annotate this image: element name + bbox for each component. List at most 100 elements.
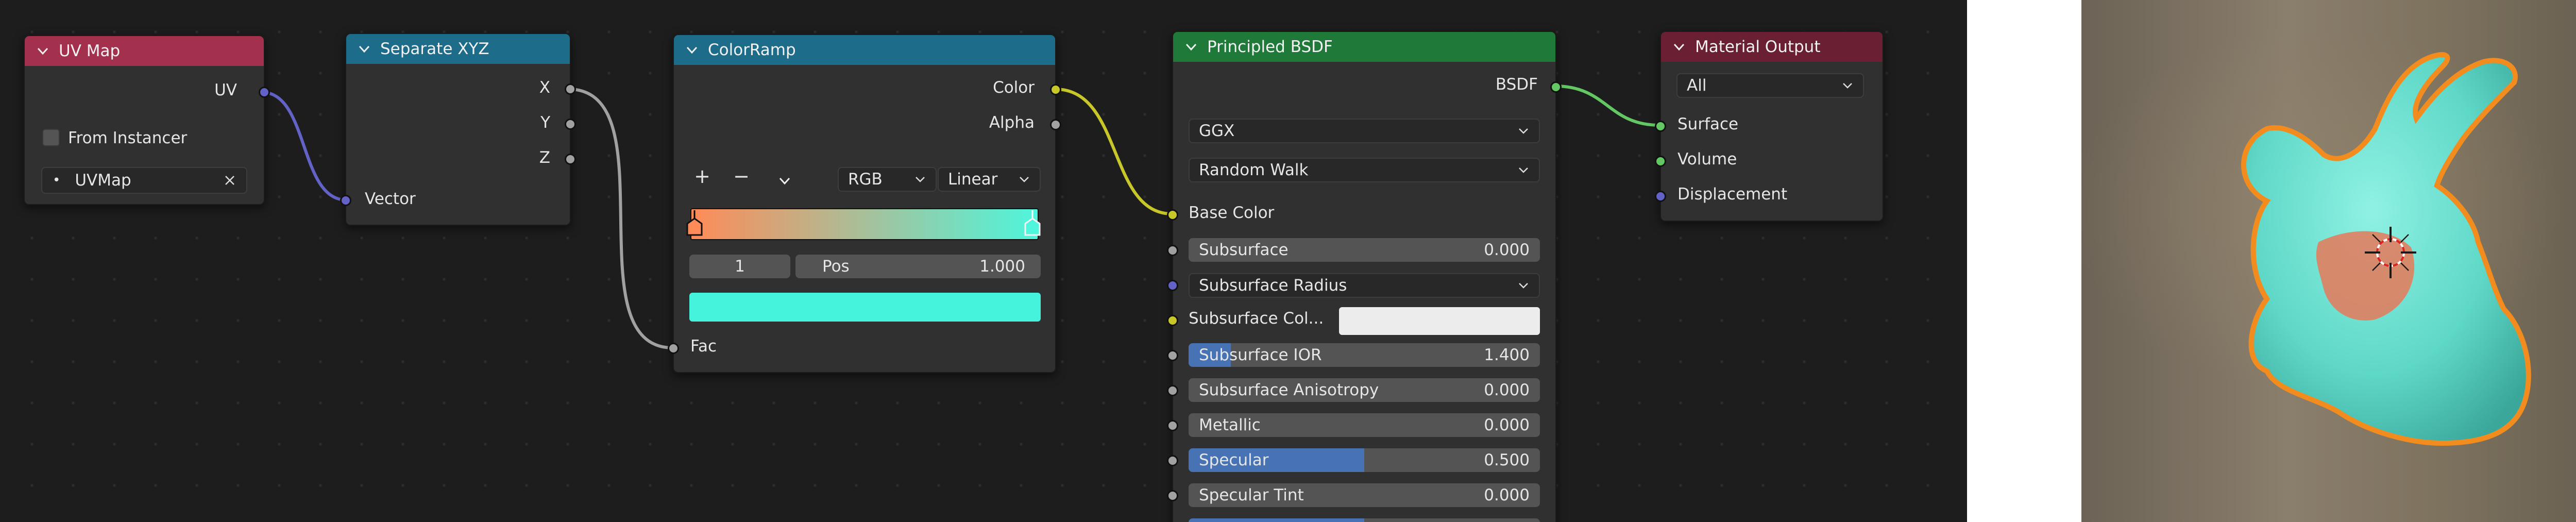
separate-xyz-header[interactable]: Separate XYZ <box>346 34 570 64</box>
color-mode-value: RGB <box>848 170 883 189</box>
colorramp-header[interactable]: ColorRamp <box>674 35 1055 65</box>
color-stop-handle-start[interactable] <box>685 208 704 237</box>
principled-bsdf-node[interactable]: Principled BSDF BSDF GGX Random Walk Bas… <box>1167 31 1562 522</box>
uv-map-node[interactable]: UV Map UV From Instancer • UVMap <box>24 35 270 205</box>
close-icon[interactable] <box>224 174 236 187</box>
specular-tint-input-socket[interactable] <box>1167 490 1178 501</box>
3d-viewport[interactable] <box>2081 0 2576 522</box>
fac-input-socket[interactable] <box>668 343 679 354</box>
material-output-header[interactable]: Material Output <box>1661 32 1883 62</box>
surface-input-socket[interactable] <box>1655 121 1666 132</box>
volume-label: Volume <box>1677 150 1737 169</box>
chevron-down-icon <box>916 177 925 182</box>
displacement-label: Displacement <box>1677 185 1788 204</box>
color-output-socket[interactable] <box>1050 84 1061 95</box>
pos-value: 1.000 <box>979 257 1025 276</box>
surface-label: Surface <box>1677 115 1739 133</box>
vector-input-socket[interactable] <box>340 195 351 206</box>
remove-stop-button[interactable]: − <box>728 165 754 188</box>
subsurface-slider[interactable]: Subsurface 0.000 <box>1189 238 1540 262</box>
distribution-dropdown[interactable]: GGX <box>1189 119 1540 143</box>
subsurface-method-dropdown[interactable]: Random Walk <box>1189 158 1540 182</box>
subsurface-value: 0.000 <box>1484 241 1530 259</box>
next-slider-partial[interactable] <box>1189 518 1540 522</box>
subsurface-ior-value: 1.400 <box>1484 346 1530 364</box>
z-output-label: Z <box>539 148 550 167</box>
subsurface-anisotropy-input-socket[interactable] <box>1167 385 1178 396</box>
subsurface-input-socket[interactable] <box>1167 245 1178 256</box>
specular-tint-slider[interactable]: Specular Tint 0.000 <box>1189 483 1540 507</box>
alpha-output-socket[interactable] <box>1050 119 1061 130</box>
x-output-socket[interactable] <box>565 83 576 95</box>
color-stop-handle-end[interactable] <box>1023 208 1042 237</box>
next-slider-fill <box>1189 518 1364 522</box>
link-x-to-fac <box>568 88 673 349</box>
base-color-input-socket[interactable] <box>1167 209 1178 221</box>
separate-xyz-node[interactable]: Separate XYZ X Y Z Vector <box>340 33 576 226</box>
subsurface-label: Subsurface <box>1199 241 1289 259</box>
z-output-socket[interactable] <box>565 154 576 165</box>
metallic-value: 0.000 <box>1484 416 1530 434</box>
metallic-input-socket[interactable] <box>1167 420 1178 431</box>
colorramp-node[interactable]: ColorRamp Color Alpha + − RGB Linear 1 P… <box>668 34 1061 373</box>
subsurface-color-label: Subsurface Col... <box>1189 309 1324 328</box>
target-dropdown[interactable]: All <box>1676 73 1864 98</box>
uv-map-header[interactable]: UV Map <box>25 36 264 66</box>
uv-map-title: UV Map <box>59 42 121 60</box>
interpolation-value: Linear <box>948 170 998 189</box>
chevron-down-icon[interactable] <box>1671 39 1687 55</box>
subsurface-radius-input-socket[interactable] <box>1167 280 1178 291</box>
displacement-input-socket[interactable] <box>1655 191 1666 202</box>
stop-color-swatch[interactable] <box>689 293 1041 322</box>
shader-node-editor[interactable]: UV Map UV From Instancer • UVMap Separat… <box>0 0 1967 522</box>
add-stop-button[interactable]: + <box>689 165 715 188</box>
chevron-down-icon <box>1843 83 1852 89</box>
specular-slider[interactable]: Specular 0.500 <box>1189 448 1540 472</box>
colorramp-title: ColorRamp <box>708 41 796 59</box>
color-ramp-gradient[interactable] <box>690 208 1039 240</box>
pos-label: Pos <box>822 257 850 276</box>
target-value: All <box>1687 76 1707 95</box>
y-output-socket[interactable] <box>565 119 576 130</box>
volume-input-socket[interactable] <box>1655 156 1666 167</box>
bsdf-output-socket[interactable] <box>1550 81 1562 93</box>
metallic-slider[interactable]: Metallic 0.000 <box>1189 413 1540 437</box>
material-output-node[interactable]: Material Output All Surface Volume Displ… <box>1655 31 1884 222</box>
stop-position-field[interactable]: Pos 1.000 <box>795 255 1041 278</box>
subsurface-color-swatch[interactable] <box>1339 307 1540 335</box>
chevron-down-icon[interactable] <box>777 173 792 189</box>
color-output-label: Color <box>993 78 1035 97</box>
link-color-to-basecolor <box>1055 88 1173 215</box>
y-output-label: Y <box>540 113 550 132</box>
x-output-label: X <box>539 78 550 97</box>
base-color-label: Base Color <box>1189 204 1275 222</box>
bsdf-output-label: BSDF <box>1495 75 1538 94</box>
link-uv-to-vector <box>261 91 347 201</box>
subsurface-anisotropy-value: 0.000 <box>1484 381 1530 399</box>
chevron-down-icon[interactable] <box>684 42 700 58</box>
color-mode-dropdown[interactable]: RGB <box>838 167 937 192</box>
metallic-label: Metallic <box>1199 416 1261 434</box>
uvmap-selector[interactable]: • UVMap <box>41 167 247 194</box>
subsurface-anisotropy-label: Subsurface Anisotropy <box>1199 381 1379 399</box>
alpha-output-label: Alpha <box>989 113 1035 132</box>
chevron-down-icon[interactable] <box>1183 39 1199 55</box>
chevron-down-icon[interactable] <box>35 43 50 59</box>
fac-input-label: Fac <box>690 337 717 356</box>
bunny-object[interactable] <box>2081 0 2576 522</box>
subsurface-color-input-socket[interactable] <box>1167 315 1178 326</box>
separate-xyz-title: Separate XYZ <box>380 40 489 58</box>
chevron-down-icon[interactable] <box>357 41 372 57</box>
uvmap-value: UVMap <box>75 171 131 190</box>
subsurface-ior-input-socket[interactable] <box>1167 350 1178 361</box>
stop-index-field[interactable]: 1 <box>689 255 790 278</box>
principled-bsdf-header[interactable]: Principled BSDF <box>1173 32 1555 62</box>
subsurface-radius-dropdown[interactable]: Subsurface Radius <box>1189 273 1540 298</box>
uv-output-socket[interactable] <box>259 87 270 98</box>
subsurface-ior-slider[interactable]: Subsurface IOR 1.400 <box>1189 343 1540 367</box>
from-instancer-checkbox[interactable] <box>42 129 60 146</box>
interpolation-dropdown[interactable]: Linear <box>938 167 1041 192</box>
specular-input-socket[interactable] <box>1167 455 1178 466</box>
specular-tint-label: Specular Tint <box>1199 486 1304 504</box>
subsurface-anisotropy-slider[interactable]: Subsurface Anisotropy 0.000 <box>1189 378 1540 402</box>
